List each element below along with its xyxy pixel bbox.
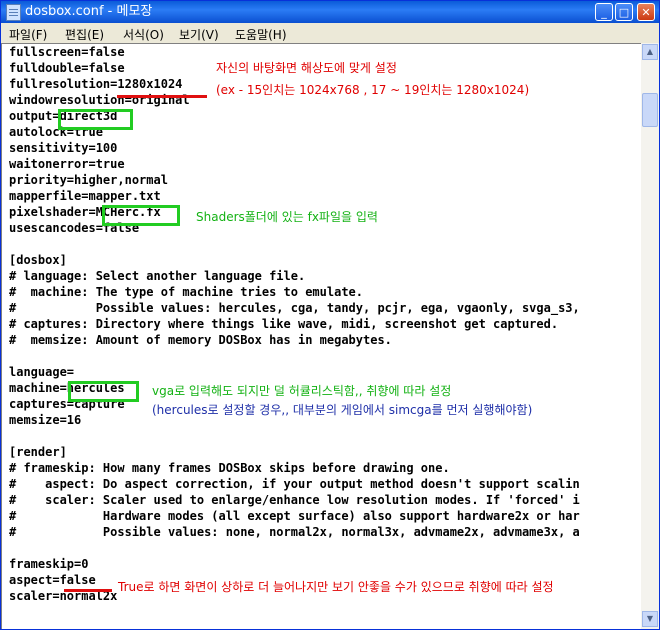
text-line [9, 540, 580, 556]
highlight-pixelshader [102, 205, 180, 226]
text-line: # Possible values: hercules, cga, tandy,… [9, 301, 580, 315]
maximize-button[interactable]: □ [615, 3, 633, 21]
highlight-output [58, 109, 133, 130]
scroll-thumb[interactable] [642, 93, 658, 127]
text-line: sensitivity=100 [9, 141, 118, 155]
minimize-button[interactable]: _ [595, 3, 613, 21]
text-line: # captures: Directory where things like … [9, 317, 559, 331]
text-line [9, 428, 580, 444]
text-line: # frameskip: How many frames DOSBox skip… [9, 461, 450, 475]
menu-bar: 파일(F) 편집(E) 서식(O) 보기(V) 도움말(H) [1, 23, 659, 43]
text-line: language= [9, 365, 75, 379]
text-line: waitonerror=true [9, 157, 125, 171]
text-line: [render] [9, 445, 67, 459]
text-line: priority=higher,normal [9, 173, 168, 187]
close-button[interactable]: ✕ [637, 3, 655, 21]
notepad-window: dosbox.conf - 메모장 _ □ ✕ 파일(F) 편집(E) 서식(O… [0, 0, 660, 630]
note-shader: Shaders폴더에 있는 fx파일을 입력 [196, 210, 378, 224]
menu-format[interactable]: 서식(O) [123, 26, 164, 43]
underline-fullresolution [117, 95, 207, 98]
scroll-up-button[interactable]: ▲ [642, 44, 658, 60]
menu-file[interactable]: 파일(F) [9, 26, 47, 43]
underline-aspect [64, 589, 112, 592]
highlight-machine [68, 381, 139, 402]
note-resolution: 자신의 바탕화면 해상도에 맞게 설정 [216, 61, 397, 75]
text-line: mapperfile=mapper.txt [9, 189, 161, 203]
text-line: # Possible values: none, normal2x, norma… [9, 525, 580, 539]
text-line: # language: Select another language file… [9, 269, 306, 283]
note-aspect: True로 하면 화면이 상하로 더 늘어나지만 보기 안좋을 수가 있으므로 … [118, 580, 554, 594]
notepad-icon [6, 4, 21, 21]
text-line: # aspect: Do aspect correction, if your … [9, 477, 580, 491]
window-title: dosbox.conf - 메모장 [25, 4, 153, 19]
menu-view[interactable]: 보기(V) [179, 26, 219, 43]
text-line: frameskip=0 [9, 557, 89, 571]
text-line: # machine: The type of machine tries to … [9, 285, 364, 299]
text-editor[interactable]: fullscreen=false fulldouble=false fullreso… [1, 43, 641, 629]
vertical-scrollbar[interactable]: ▲ ▼ [641, 43, 659, 629]
text-line: # Hardware modes (all except surface) al… [9, 509, 580, 523]
text-line: # memsize: Amount of memory DOSBox has i… [9, 333, 392, 347]
title-bar[interactable]: dosbox.conf - 메모장 _ □ ✕ [1, 1, 659, 23]
text-line [9, 236, 580, 252]
text-line: # scaler: Scaler used to enlarge/enhance… [9, 493, 580, 507]
note-machine-hercules: (hercules로 설정할 경우,, 대부분의 게임에서 simcga를 먼저… [152, 403, 533, 417]
text-line [9, 348, 580, 364]
menu-edit[interactable]: 편집(E) [65, 26, 104, 43]
menu-help[interactable]: 도움말(H) [235, 26, 287, 43]
note-machine: vga로 입력해도 되지만 덜 허큘리스틱함,, 취향에 따라 설정 [152, 384, 452, 398]
text-line: fullscreen=false [9, 45, 125, 59]
scroll-down-button[interactable]: ▼ [642, 611, 658, 627]
note-resolution-example: (ex - 15인치는 1024x768 , 17 ~ 19인치는 1280x1… [216, 83, 530, 97]
text-line: [dosbox] [9, 253, 67, 267]
